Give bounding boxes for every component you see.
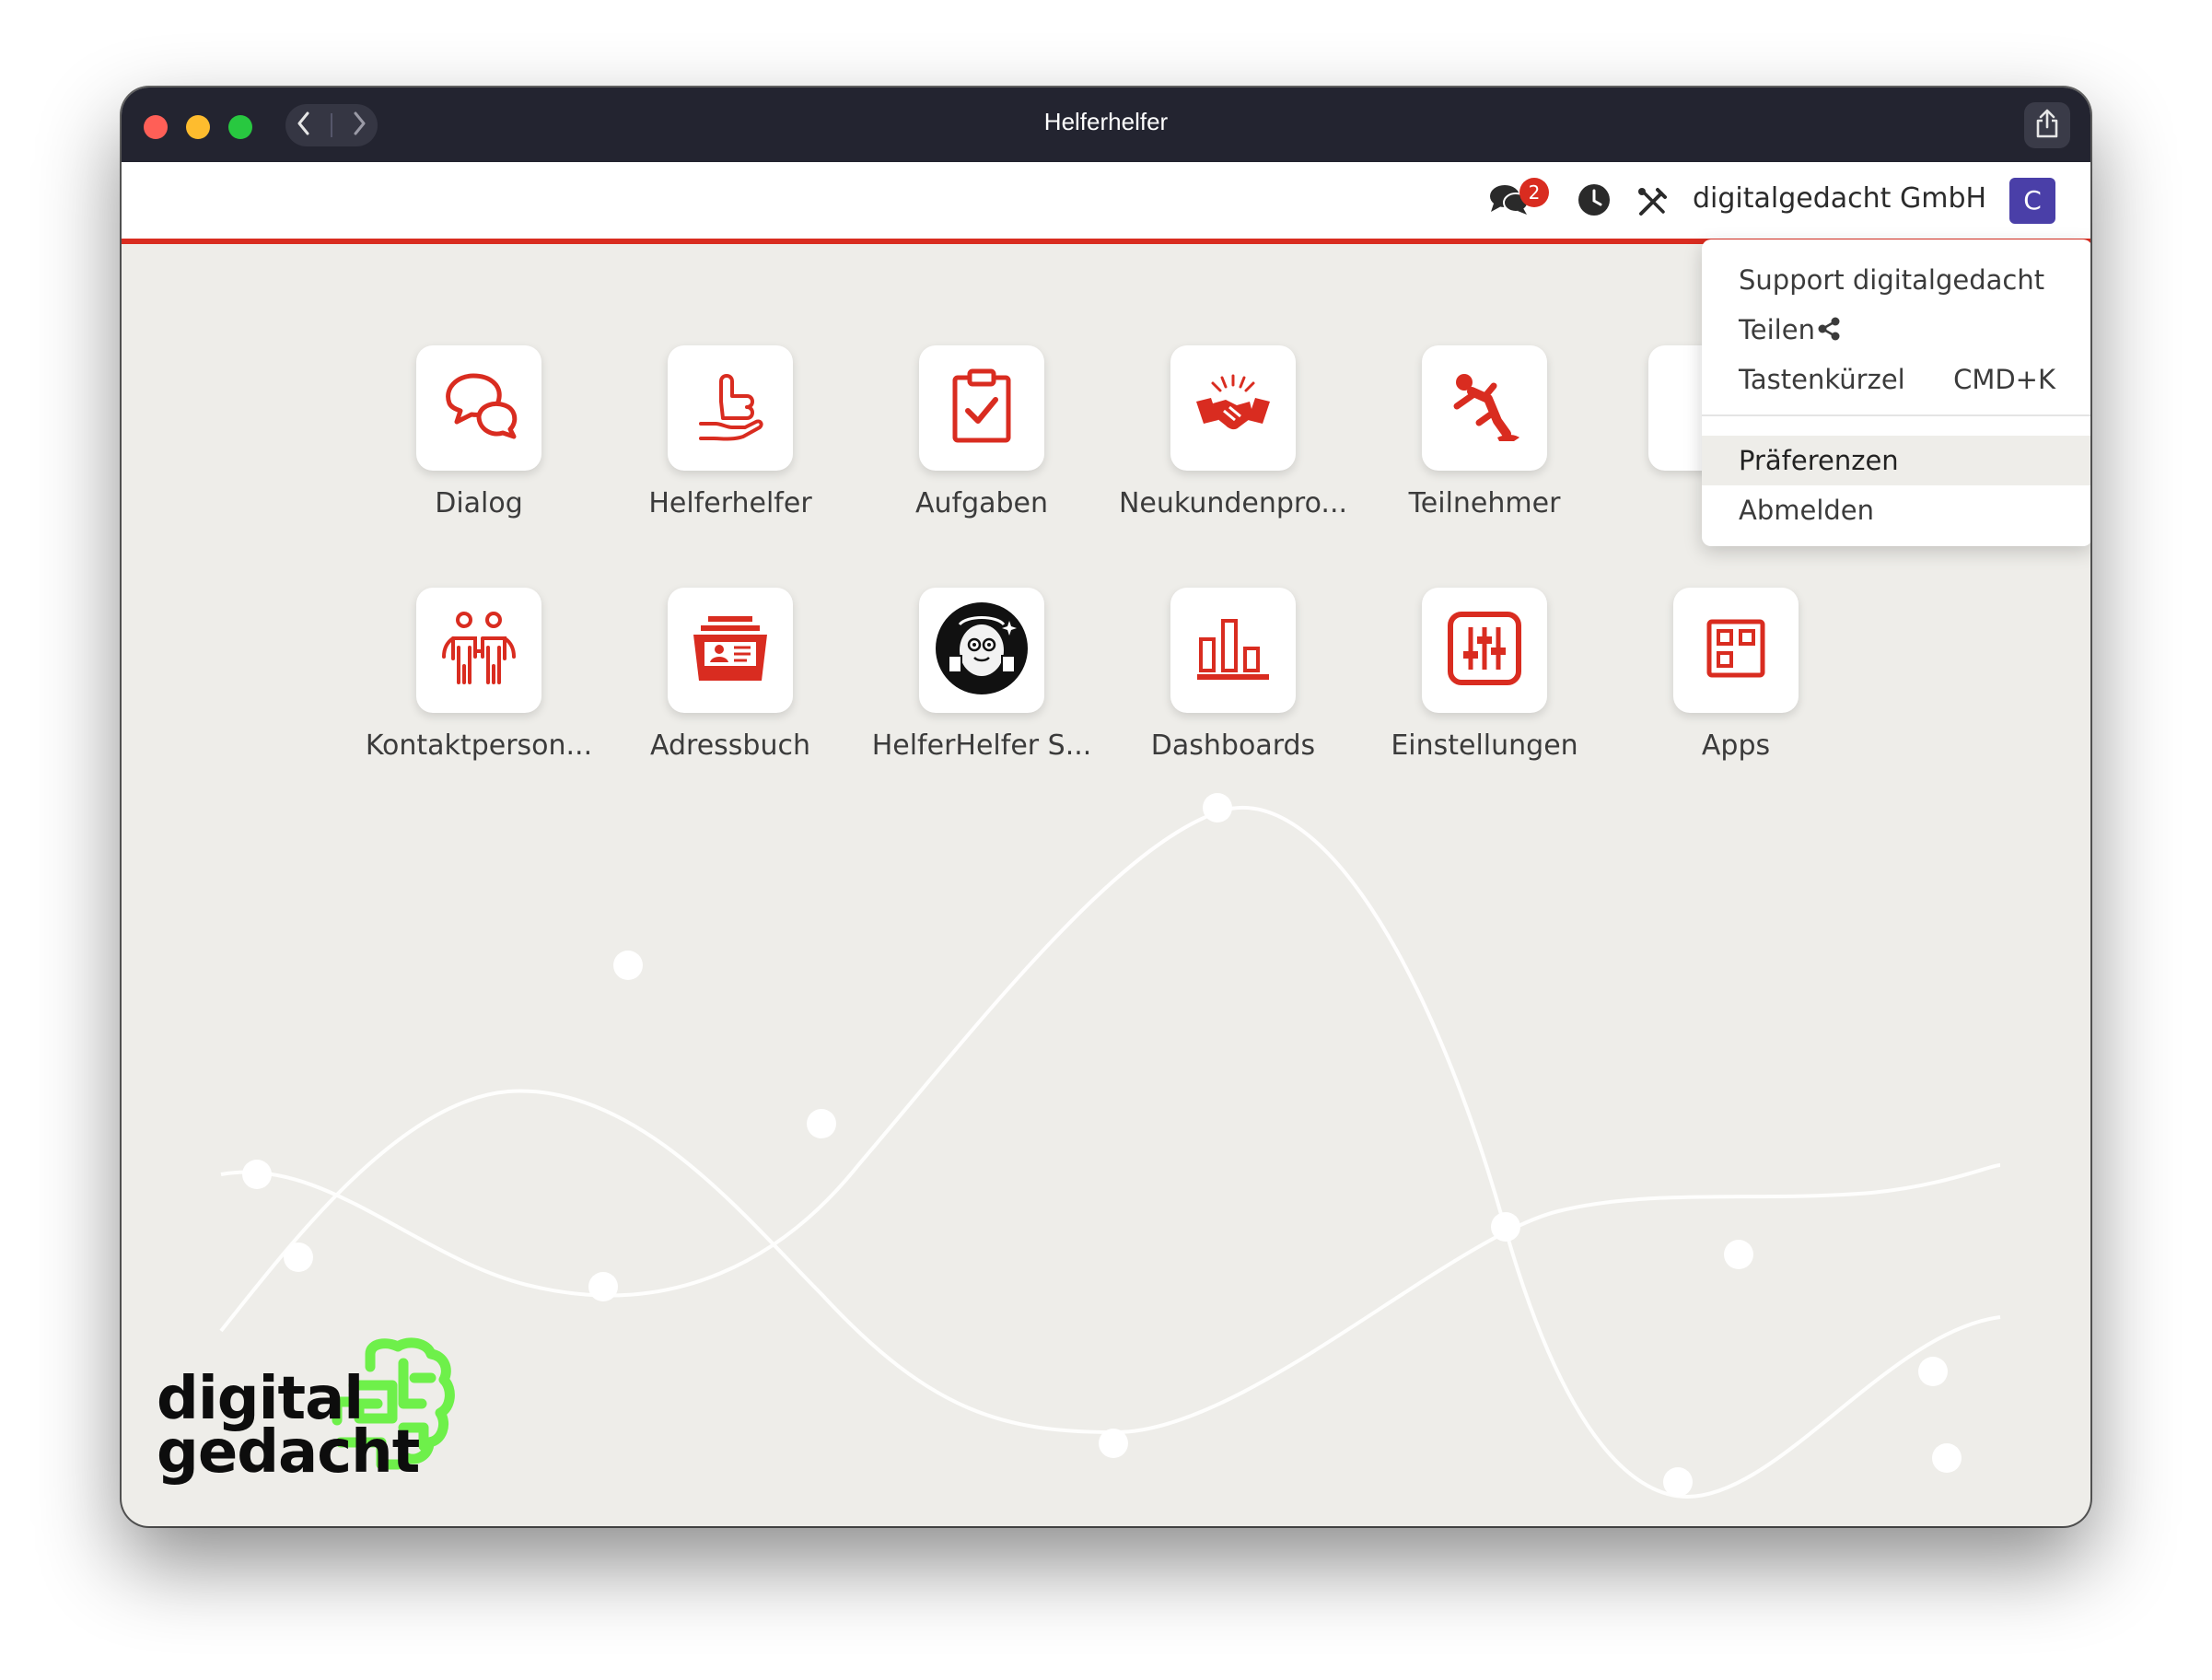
app-tile-neukunden[interactable]: Neukundenpro... [1113, 345, 1353, 519]
slipping-person-icon [1448, 369, 1521, 447]
share-button[interactable] [2024, 102, 2070, 148]
menu-item-shortcuts[interactable]: Tastenkürzel CMD+K [1702, 355, 2090, 404]
shortcut-key-hint: CMD+K [1953, 364, 2055, 395]
hand-thumbs-up-icon [695, 368, 765, 448]
app-tile-label: Teilnehmer [1408, 487, 1561, 519]
user-menu-dropdown: Support digitalgedacht Teilen Tastenkürz… [1702, 239, 2090, 546]
menu-item-logout[interactable]: Abmelden [1702, 485, 2090, 535]
mascot-icon [934, 601, 1030, 700]
tile-icon-box [416, 345, 541, 471]
app-tile-label: Dashboards [1150, 729, 1316, 762]
app-tile-kontaktpersonen[interactable]: Kontaktperson... [359, 588, 599, 762]
share-nodes-icon [1817, 307, 1841, 356]
handshake-icon [1194, 374, 1272, 442]
menu-item-label: Präferenzen [1739, 445, 1899, 476]
tile-icon-box [668, 345, 793, 471]
tools-icon[interactable] [1636, 186, 1669, 223]
app-tile-aufgaben[interactable]: Aufgaben [862, 345, 1101, 519]
sliders-icon [1447, 611, 1522, 690]
clipboard-check-icon [951, 368, 1012, 448]
share-icon [2033, 108, 2061, 143]
app-header: 2 digitalgedacht GmbH C [122, 162, 2090, 244]
menu-item-preferences[interactable]: Präferenzen [1702, 436, 2090, 485]
app-tile-apps[interactable]: Apps [1616, 588, 1856, 762]
tile-icon-box [668, 588, 793, 713]
window-title: Helferhelfer [1043, 108, 1169, 135]
app-tile-einstellungen[interactable]: Einstellungen [1365, 588, 1604, 762]
digitalgedacht-logo: digital gedacht [157, 1336, 488, 1496]
logo-line-gedacht: gedacht [157, 1418, 420, 1487]
tile-icon-box [1673, 588, 1799, 713]
app-tile-label: Helferhelfer [648, 487, 812, 519]
bar-chart-icon [1195, 615, 1271, 685]
tile-icon-box [919, 588, 1044, 713]
menu-item-label: Tastenkürzel [1739, 364, 1905, 395]
app-tile-helferhelfer-s[interactable]: HelferHelfer S... [862, 588, 1101, 762]
app-tile-label: Adressbuch [650, 729, 810, 762]
address-book-icon [692, 614, 769, 686]
app-tile-label: Aufgaben [914, 487, 1049, 519]
menu-item-label: Support digitalgedacht [1739, 264, 2045, 296]
chat-bubbles-icon [440, 370, 518, 446]
menu-item-share[interactable]: Teilen [1702, 305, 2090, 355]
app-tile-helferhelfer[interactable]: Helferhelfer [611, 345, 850, 519]
app-window: Helferhelfer 2 digitalgedacht GmbH C Dia… [122, 88, 2090, 1526]
chat-notification-badge: 2 [1519, 178, 1549, 207]
tile-icon-box [1170, 345, 1296, 471]
tile-icon-box [1422, 588, 1547, 713]
app-tile-label: Kontaktperson... [365, 729, 593, 762]
app-tile-dashboards[interactable]: Dashboards [1113, 588, 1353, 762]
menu-divider [1702, 414, 2090, 416]
app-tile-label: Neukundenpro... [1118, 487, 1348, 519]
tile-icon-box [1422, 345, 1547, 471]
tile-icon-box [1170, 588, 1296, 713]
app-tile-label: Dialog [435, 487, 523, 519]
menu-item-label: Teilen [1739, 314, 1815, 345]
app-tile-teilnehmer[interactable]: Teilnehmer [1365, 345, 1604, 519]
menu-item-support[interactable]: Support digitalgedacht [1702, 255, 2090, 305]
app-tile-label: Einstellungen [1391, 729, 1578, 762]
app-tile-label: HelferHelfer S... [871, 729, 1092, 762]
user-avatar[interactable]: C [2009, 178, 2055, 224]
app-tile-adressbuch[interactable]: Adressbuch [611, 588, 850, 762]
app-tile-dialog[interactable]: Dialog [359, 345, 599, 519]
company-name[interactable]: digitalgedacht GmbH [1693, 182, 1986, 215]
apps-grid-icon [1706, 619, 1765, 682]
app-tile-label: Apps [1701, 729, 1771, 762]
tile-icon-box [919, 345, 1044, 471]
clock-icon[interactable] [1577, 182, 1612, 221]
people-icon [440, 611, 518, 690]
menu-item-label: Abmelden [1739, 495, 1875, 526]
title-bar: Helferhelfer [122, 88, 2090, 162]
tile-icon-box [416, 588, 541, 713]
